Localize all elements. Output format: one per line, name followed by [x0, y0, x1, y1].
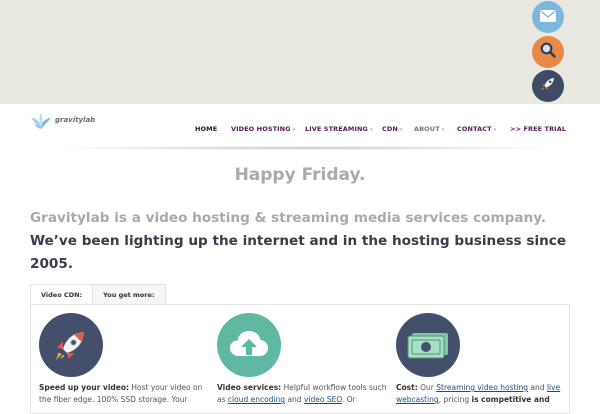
feature-tabs: Video CDN: You get more: — [30, 284, 166, 305]
rocket-button[interactable] — [532, 70, 564, 102]
nav-label: CDN — [382, 125, 398, 133]
chevron-down-icon: ▾ — [399, 127, 403, 133]
nav-home[interactable]: HOME — [195, 125, 217, 133]
feature-speed-text: Speed up your video: Host your video on … — [39, 382, 209, 406]
feature-body: Our — [420, 383, 434, 392]
nav-live-streaming[interactable]: LIVE STREAMING ▾ — [305, 125, 373, 133]
chevron-down-icon: ▾ — [292, 127, 296, 133]
feature-services: Video services: Helpful workflow tools s… — [217, 313, 387, 406]
top-band — [0, 0, 600, 104]
feature-title: Video services: — [217, 383, 282, 392]
chevron-down-icon: ▾ — [493, 127, 497, 133]
search-button[interactable] — [532, 36, 564, 68]
intro-lead: Gravitylab is a video hosting & streamin… — [30, 210, 547, 226]
feature-speed: Speed up your video: Host your video on … — [39, 313, 209, 406]
greeting-heading: Happy Friday. — [234, 165, 366, 185]
rocket-icon — [39, 313, 103, 377]
main-nav: HOME VIDEO HOSTING ▾ LIVE STREAMING ▾ CDN ▾… — [0, 125, 600, 137]
tab-you-get-more[interactable]: You get more: — [93, 284, 166, 305]
chevron-down-icon: ▾ — [441, 127, 445, 133]
nav-cdn[interactable]: CDN ▾ — [382, 125, 403, 133]
feature-cost: Cost: Our Streaming video hosting and li… — [396, 313, 566, 406]
intro-text: Gravitylab is a video hosting & streamin… — [30, 207, 575, 276]
cloud-upload-icon — [217, 313, 281, 377]
nav-contact[interactable]: CONTACT ▾ — [457, 125, 496, 133]
nav-free-trial[interactable]: >> FREE TRIAL — [510, 125, 566, 133]
streaming-hosting-link[interactable]: Streaming video hosting — [436, 383, 528, 392]
tab-video-cdn[interactable]: Video CDN: — [30, 284, 94, 305]
feature-title: Speed up your video: — [39, 383, 129, 392]
rocket-icon — [539, 75, 557, 97]
nav-video-hosting[interactable]: VIDEO HOSTING ▾ — [231, 125, 295, 133]
nav-label: VIDEO HOSTING — [231, 125, 291, 133]
tab-panel: Speed up your video: Host your video on … — [30, 304, 570, 414]
intro-emphasis: We’ve been lighting up the internet and … — [30, 233, 567, 272]
nav-label: LIVE STREAMING — [305, 125, 368, 133]
feature-services-text: Video services: Helpful workflow tools s… — [217, 382, 387, 406]
feature-title: Cost: — [396, 383, 418, 392]
feature-body: and — [530, 383, 545, 392]
money-icon — [396, 313, 460, 377]
search-icon — [539, 41, 557, 63]
logo-text: gravitylab — [55, 116, 96, 124]
chevron-down-icon: ▾ — [369, 127, 373, 133]
email-button[interactable] — [532, 1, 564, 33]
feature-cost-text: Cost: Our Streaming video hosting and li… — [396, 383, 561, 404]
header-shadow-divider — [60, 146, 550, 150]
nav-about[interactable]: ABOUT ▾ — [414, 125, 444, 133]
envelope-icon — [539, 8, 557, 27]
nav-label: ABOUT — [414, 125, 440, 133]
nav-label: CONTACT — [457, 125, 492, 133]
